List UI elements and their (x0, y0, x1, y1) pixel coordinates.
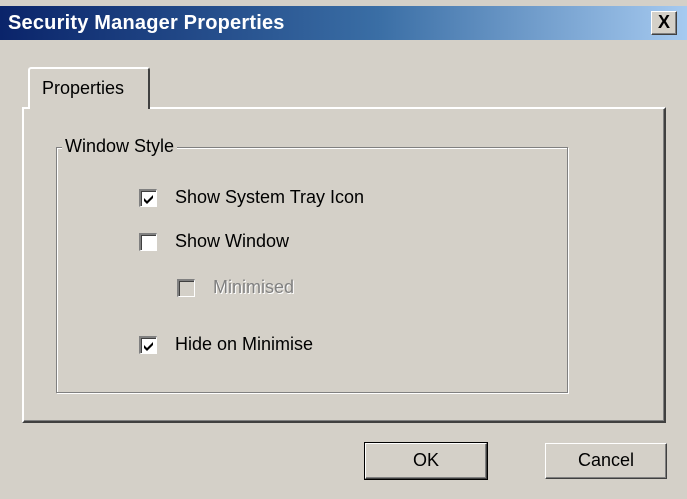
minimised-label: Minimised (213, 277, 295, 297)
close-button[interactable]: X (651, 11, 677, 35)
group-label: Window Style (62, 136, 178, 157)
dialog-window: Security Manager Properties X Properties… (0, 0, 687, 499)
hide-on-minimise-label: Hide on Minimise (175, 334, 314, 354)
window-style-group (56, 147, 568, 393)
close-icon: X (657, 12, 670, 32)
ok-button[interactable]: OK (364, 442, 488, 480)
cancel-button[interactable]: Cancel (545, 443, 667, 479)
show-system-tray-icon-label: Show System Tray Icon (175, 187, 365, 207)
window-title: Security Manager Properties (8, 12, 285, 34)
tab-label: Properties (42, 78, 125, 98)
show-system-tray-icon-checkbox[interactable] (139, 189, 157, 207)
show-window-checkbox[interactable] (139, 233, 157, 251)
checkmark-icon (144, 342, 153, 351)
tab-properties[interactable]: Properties (28, 67, 150, 109)
show-window-label: Show Window (175, 231, 290, 251)
hide-on-minimise-checkbox[interactable] (139, 336, 157, 354)
title-bar[interactable]: Security Manager Properties X (0, 6, 687, 40)
checkmark-icon (144, 195, 153, 204)
minimised-checkbox (177, 279, 195, 297)
